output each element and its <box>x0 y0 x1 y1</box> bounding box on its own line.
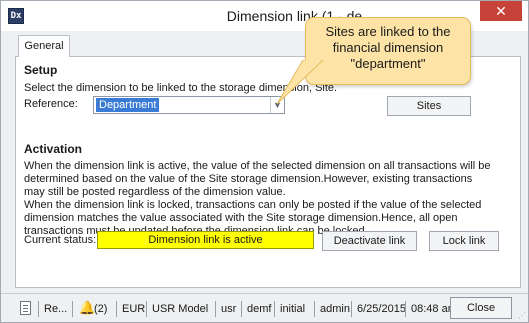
reference-label: Reference: <box>24 98 78 110</box>
status-partition[interactable]: initial <box>280 303 305 316</box>
deactivate-link-button[interactable]: Deactivate link <box>322 231 417 251</box>
annotation-callout: Sites are linked to the financial dimens… <box>305 17 471 85</box>
status-record[interactable]: Re... <box>44 303 67 316</box>
status-separator <box>351 301 352 317</box>
resize-grip-icon[interactable]: ⋰ <box>518 312 526 320</box>
status-company[interactable]: demf <box>247 303 271 316</box>
current-status-value: Dimension link is active <box>97 231 314 249</box>
tab-general[interactable]: General <box>18 35 70 57</box>
status-separator <box>72 301 73 317</box>
reference-selected-value: Department <box>96 98 160 112</box>
callout-pointer <box>276 60 324 105</box>
sites-button[interactable]: Sites <box>387 96 471 116</box>
reference-dropdown[interactable]: Department ▼ <box>93 96 285 114</box>
status-separator <box>314 301 315 317</box>
window-close-icon[interactable]: ✕ <box>480 1 522 21</box>
status-separator <box>116 301 117 317</box>
status-layer[interactable]: usr <box>221 303 236 316</box>
status-bar: Re... 🔔 (2) EUR USR Model usr demf initi… <box>1 293 528 322</box>
status-separator <box>146 301 147 317</box>
status-user[interactable]: admin <box>320 303 350 316</box>
setup-group-title: Setup <box>24 63 58 77</box>
close-button[interactable]: Close <box>450 297 512 319</box>
current-status-label: Current status: <box>24 234 97 246</box>
status-date[interactable]: 6/25/2015 <box>357 303 406 316</box>
status-separator <box>274 301 275 317</box>
status-separator <box>215 301 216 317</box>
status-notifications[interactable]: (2) <box>94 303 107 316</box>
status-separator <box>405 301 406 317</box>
lock-link-button[interactable]: Lock link <box>429 231 499 251</box>
activation-description-active: When the dimension link is active, the v… <box>24 160 491 198</box>
status-separator <box>241 301 242 317</box>
status-separator <box>38 301 39 317</box>
activation-group-title: Activation <box>24 142 83 156</box>
document-icon[interactable] <box>20 301 31 315</box>
notification-bell-icon[interactable]: 🔔 <box>79 300 95 315</box>
status-model[interactable]: USR Model <box>152 303 208 316</box>
status-currency[interactable]: EUR <box>122 303 145 316</box>
